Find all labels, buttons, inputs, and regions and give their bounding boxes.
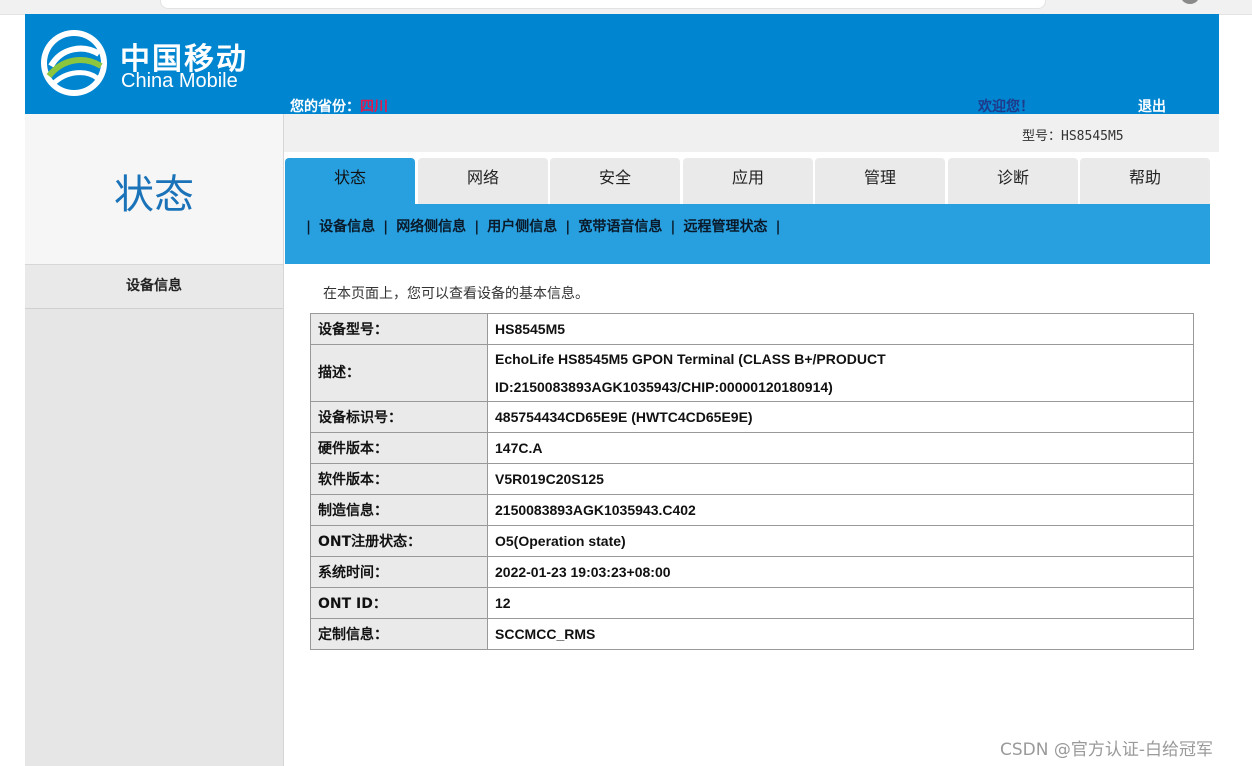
subnav-device-info[interactable]: 设备信息 (319, 219, 375, 235)
subnav-network-side-info[interactable]: 网络侧信息 (396, 219, 466, 235)
subnav-user-side-info[interactable]: 用户侧信息 (487, 219, 557, 235)
subnav-links: | 设备信息 | 网络侧信息 | 用户侧信息 | 宽带语音信息 | 远程管理状态 | (298, 216, 789, 236)
subnav-separator: | (306, 219, 312, 235)
table-row: 描述： EchoLife HS8545M5 GPON Terminal (CLAS… (310, 344, 1194, 402)
info-key: 软件版本： (310, 463, 488, 495)
sidebar: 状态 设备信息 (25, 114, 284, 766)
browser-chrome (0, 0, 1252, 15)
info-key: ONT注册状态： (310, 525, 488, 557)
table-row: ONT ID： 12 (310, 587, 1194, 619)
info-value: 2150083893AGK1035943.C402 (487, 494, 1194, 526)
info-key: 定制信息： (310, 618, 488, 650)
info-value: SCCMCC_RMS (487, 618, 1194, 650)
page-header: 中国移动 China Mobile 您的省份：四川 欢迎您！ 退出 (25, 14, 1219, 116)
subnav-remote-mgmt-status[interactable]: 远程管理状态 (683, 219, 767, 235)
model-bar: 型号：HS8545M5 (284, 114, 1219, 152)
table-row: 定制信息： SCCMCC_RMS (310, 618, 1194, 650)
info-value: 2022-01-23 19:03:23+08:00 (487, 556, 1194, 588)
info-value: 485754434CD65E9E (HWTC4CD65E9E) (487, 401, 1194, 433)
table-row: 制造信息： 2150083893AGK1035943.C402 (310, 494, 1194, 526)
info-value: 12 (487, 587, 1194, 619)
table-row: 软件版本： V5R019C20S125 (310, 463, 1194, 495)
device-info-table: 设备型号： HS8545M5 描述： EchoLife HS8545M5 GPON … (310, 313, 1194, 650)
info-key: ONT ID： (310, 587, 488, 619)
logout-link[interactable]: 退出 (1138, 96, 1166, 116)
tab-management[interactable]: 管理 (815, 158, 945, 204)
info-key: 系统时间： (310, 556, 488, 588)
info-key: 制造信息： (310, 494, 488, 526)
tab-network[interactable]: 网络 (418, 158, 548, 204)
subnav-voice-info[interactable]: 宽带语音信息 (578, 219, 662, 235)
csdn-watermark: CSDN @官方认证-白给冠军 (1000, 740, 1214, 760)
sub-navigation: | 设备信息 | 网络侧信息 | 用户侧信息 | 宽带语音信息 | 远程管理状态 | (285, 204, 1210, 264)
sidebar-title-box: 状态 (25, 114, 283, 265)
subnav-separator: | (670, 219, 676, 235)
model-value: HS8545M5 (1061, 129, 1124, 144)
table-row: 系统时间： 2022-01-23 19:03:23+08:00 (310, 556, 1194, 588)
tab-application[interactable]: 应用 (683, 158, 813, 204)
table-row: 硬件版本： 147C.A (310, 432, 1194, 464)
tab-help[interactable]: 帮助 (1080, 158, 1210, 204)
model-info: 型号：HS8545M5 (1022, 125, 1124, 144)
sidebar-title: 状态 (114, 172, 194, 218)
address-bar[interactable] (160, 0, 1046, 9)
info-key: 设备型号： (310, 313, 488, 345)
subnav-separator: | (775, 219, 781, 235)
table-row: 设备标识号： 485754434CD65E9E (HWTC4CD65E9E) (310, 401, 1194, 433)
china-mobile-logo-icon (41, 30, 107, 96)
province-label: 您的省份： (290, 99, 360, 115)
province-value: 四川 (360, 99, 388, 115)
tab-security[interactable]: 安全 (550, 158, 680, 204)
info-key: 设备标识号： (310, 401, 488, 433)
main-tabs: 状态 网络 安全 应用 管理 诊断 帮助 (285, 158, 1210, 204)
subnav-separator: | (474, 219, 480, 235)
page-intro: 在本页面上，您可以查看设备的基本信息。 (323, 286, 589, 302)
info-key: 硬件版本： (310, 432, 488, 464)
subnav-separator: | (565, 219, 571, 235)
model-label: 型号： (1022, 129, 1062, 144)
info-value: V5R019C20S125 (487, 463, 1194, 495)
info-key: 描述： (310, 344, 488, 402)
info-value: O5(Operation state) (487, 525, 1194, 557)
info-value: 147C.A (487, 432, 1194, 464)
info-value: EchoLife HS8545M5 GPON Terminal (CLASS B… (487, 344, 1194, 402)
welcome-text: 欢迎您！ (978, 99, 1034, 115)
table-row: 设备型号： HS8545M5 (310, 313, 1194, 345)
province-info: 您的省份：四川 (290, 96, 388, 116)
profile-icon[interactable] (1180, 0, 1200, 4)
info-value: HS8545M5 (487, 313, 1194, 345)
subnav-separator: | (383, 219, 389, 235)
table-row: ONT注册状态： O5(Operation state) (310, 525, 1194, 557)
tab-diagnosis[interactable]: 诊断 (948, 158, 1078, 204)
tab-status[interactable]: 状态 (285, 158, 415, 204)
sidebar-item-device-info[interactable]: 设备信息 (25, 265, 283, 309)
logo-english-text: China Mobile (121, 70, 238, 92)
